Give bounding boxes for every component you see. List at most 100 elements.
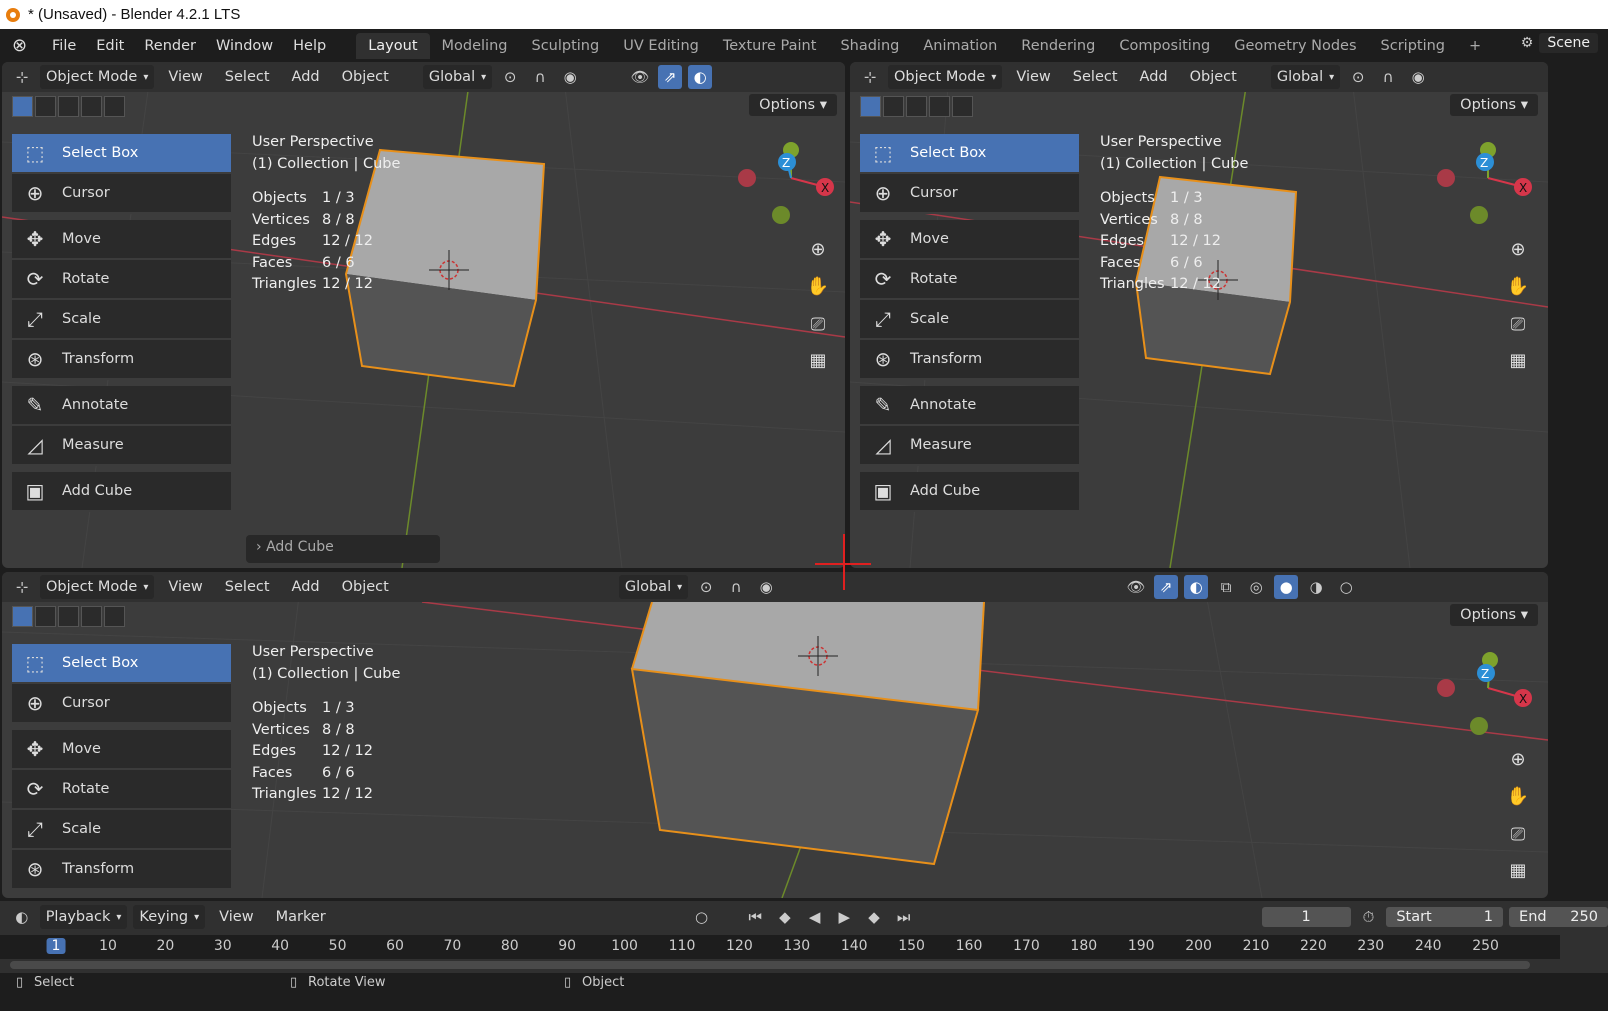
tool-select-box[interactable]: ⬚ Select Box	[860, 134, 1079, 174]
tool-move[interactable]: ✥ Move	[860, 220, 1079, 260]
proportional-edit-icon[interactable]: ◉	[754, 575, 778, 599]
orientation-dropdown[interactable]: Global ▾	[422, 65, 493, 89]
select-new-icon[interactable]	[12, 606, 33, 627]
wireframe-shading-icon[interactable]: ◎	[1244, 575, 1268, 599]
tab-scripting[interactable]: Scripting	[1369, 33, 1457, 59]
select-extend-icon[interactable]	[883, 96, 904, 117]
tab-geometry-nodes[interactable]: Geometry Nodes	[1222, 33, 1368, 59]
mode-dropdown[interactable]: Object Mode ▾	[888, 65, 1003, 89]
select-invert-icon[interactable]	[929, 96, 950, 117]
tool-transform[interactable]: ⊛ Transform	[12, 340, 231, 380]
snap-icon[interactable]: ∩	[724, 575, 748, 599]
mode-dropdown[interactable]: Object Mode ▾	[40, 575, 155, 599]
timeline-view-menu[interactable]: View	[211, 909, 261, 925]
editor-type-icon[interactable]: ⊹	[10, 575, 34, 599]
marker-menu[interactable]: Marker	[268, 909, 334, 925]
select-subtract-icon[interactable]	[58, 606, 79, 627]
frame-ruler[interactable]: 1 10 20 30 40 50 60 70 80 90 100 110 120 130 140 150 160…	[0, 935, 1560, 959]
tab-uv-editing[interactable]: UV Editing	[611, 33, 711, 59]
tab-sculpting[interactable]: Sculpting	[519, 33, 611, 59]
timeline-editor-type-icon[interactable]: ◐	[10, 905, 34, 929]
tool-transform[interactable]: ⊛ Transform	[860, 340, 1079, 380]
tool-rotate[interactable]: ⟳ Rotate	[860, 260, 1079, 300]
snap-icon[interactable]: ∩	[1376, 65, 1400, 89]
select-new-icon[interactable]	[12, 96, 33, 117]
menu-object[interactable]: Object	[1182, 69, 1245, 85]
xray-icon[interactable]: ⧉	[1214, 575, 1238, 599]
tab-compositing[interactable]: Compositing	[1107, 33, 1222, 59]
play-icon[interactable]: ▶	[832, 905, 856, 929]
tool-measure[interactable]: ◿ Measure	[12, 426, 231, 466]
menu-select[interactable]: Select	[217, 579, 278, 595]
next-keyframe-icon[interactable]: ◆	[862, 905, 886, 929]
orientation-dropdown[interactable]: Global ▾	[1270, 65, 1341, 89]
menu-select[interactable]: Select	[217, 69, 278, 85]
current-frame-marker[interactable]: 1	[46, 938, 66, 954]
tab-layout[interactable]: Layout	[356, 32, 430, 59]
tab-texture-paint[interactable]: Texture Paint	[711, 33, 829, 59]
auto-keying-icon[interactable]: ○	[690, 905, 714, 929]
select-intersect-icon[interactable]	[952, 96, 973, 117]
overlay-toggle-icon[interactable]: ◐	[688, 65, 713, 89]
jump-end-icon[interactable]: ⏭	[892, 905, 916, 929]
tool-cursor[interactable]: ⊕ Cursor	[12, 174, 231, 214]
viewport-top-left[interactable]: X Z ⊹ Object Mode ▾ View Select Add Objec…	[2, 62, 845, 568]
tool-select-box[interactable]: ⬚ Select Box	[12, 134, 231, 174]
perspective-grid-icon[interactable]: ▦	[1503, 345, 1533, 375]
select-extend-icon[interactable]	[35, 606, 56, 627]
menu-view[interactable]: View	[160, 69, 210, 85]
jump-start-icon[interactable]: ⏮	[743, 905, 767, 929]
prev-keyframe-icon[interactable]: ◆	[773, 905, 797, 929]
current-frame-field[interactable]: 1	[1261, 907, 1351, 927]
select-extend-icon[interactable]	[35, 96, 56, 117]
select-invert-icon[interactable]	[81, 96, 102, 117]
tool-scale[interactable]: ⤢ Scale	[12, 810, 231, 850]
tool-add-cube[interactable]: ▣ Add Cube	[12, 472, 231, 512]
end-frame-field[interactable]: End 250	[1509, 907, 1608, 927]
tool-rotate[interactable]: ⟳ Rotate	[12, 260, 231, 300]
proportional-edit-icon[interactable]: ◉	[558, 65, 582, 89]
viewport-bottom[interactable]: X Z ⊹ Object Mode ▾ View Select Add Objec…	[2, 572, 1548, 898]
tab-animation[interactable]: Animation	[911, 33, 1009, 59]
menu-object[interactable]: Object	[334, 69, 397, 85]
playback-menu[interactable]: Playback ▾	[39, 905, 128, 929]
gizmo-toggle-icon[interactable]: ⇗	[658, 65, 683, 89]
select-new-icon[interactable]	[860, 96, 881, 117]
viewport-top-right[interactable]: X Z ⊹ Object Mode ▾ View Select Add Objec…	[850, 62, 1548, 568]
scene-name[interactable]: Scene	[1539, 33, 1598, 53]
orientation-dropdown[interactable]: Global ▾	[618, 575, 689, 599]
camera-icon[interactable]: ⎚	[1503, 819, 1533, 849]
rendered-shading-icon[interactable]: ○	[1334, 575, 1358, 599]
snap-icon[interactable]: ∩	[528, 65, 552, 89]
camera-icon[interactable]: ⎚	[1503, 309, 1533, 339]
overlay-toggle-icon[interactable]: ◐	[1184, 575, 1209, 599]
area-split-marker[interactable]	[843, 534, 845, 590]
mode-dropdown[interactable]: Object Mode ▾	[40, 65, 155, 89]
tool-add-cube[interactable]: ▣ Add Cube	[860, 472, 1079, 512]
select-intersect-icon[interactable]	[104, 96, 125, 117]
menu-help[interactable]: Help	[283, 38, 336, 54]
menu-render[interactable]: Render	[134, 38, 206, 54]
last-operator-panel[interactable]: › Add Cube	[246, 535, 440, 563]
blender-menu-icon[interactable]: ⊗	[12, 35, 32, 56]
options-button[interactable]: Options ▾	[1450, 604, 1538, 626]
perspective-grid-icon[interactable]: ▦	[803, 345, 833, 375]
select-subtract-icon[interactable]	[906, 96, 927, 117]
tab-shading[interactable]: Shading	[828, 33, 911, 59]
pivot-icon[interactable]: ⊙	[694, 575, 718, 599]
menu-file[interactable]: File	[42, 38, 86, 54]
scene-selector[interactable]: ⚙ Scene	[1521, 33, 1598, 53]
tool-move[interactable]: ✥ Move	[12, 730, 231, 770]
zoom-icon[interactable]: ⊕	[803, 234, 833, 264]
add-workspace-icon[interactable]: +	[1457, 33, 1493, 59]
area-split-marker[interactable]	[815, 563, 871, 565]
keying-menu[interactable]: Keying ▾	[133, 905, 206, 929]
pan-hand-icon[interactable]: ✋	[803, 271, 833, 301]
tool-cursor[interactable]: ⊕ Cursor	[12, 684, 231, 724]
stopwatch-icon[interactable]: ⏱	[1357, 905, 1381, 929]
tool-measure[interactable]: ◿ Measure	[860, 426, 1079, 466]
tool-rotate[interactable]: ⟳ Rotate	[12, 770, 231, 810]
tool-move[interactable]: ✥ Move	[12, 220, 231, 260]
visibility-icon[interactable]: 👁	[628, 65, 652, 89]
options-button[interactable]: Options ▾	[749, 94, 837, 116]
